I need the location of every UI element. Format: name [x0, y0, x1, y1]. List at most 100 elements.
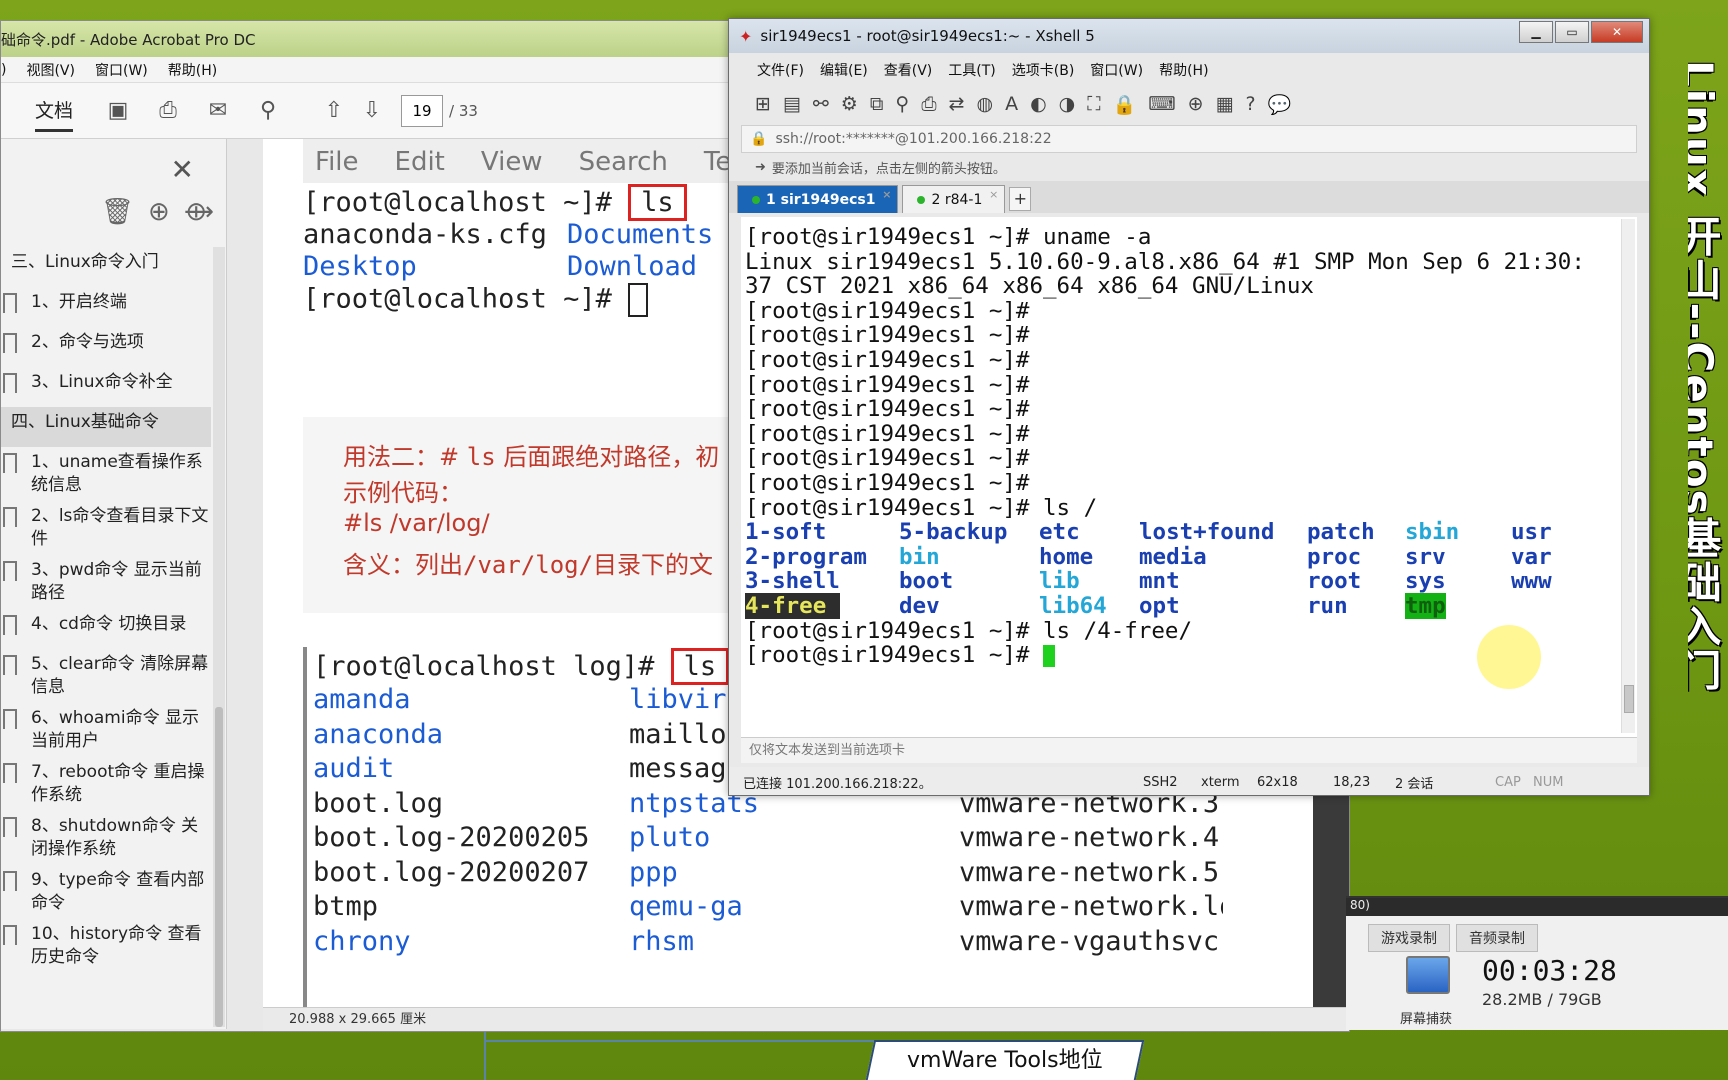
add-bookmark-icon[interactable]: ⊕	[148, 197, 170, 227]
acrobat-statusbar: 20.988 x 29.665 厘米	[263, 1007, 1349, 1031]
acrobat-menu-window[interactable]: 窗口(W)	[95, 60, 148, 80]
maximize-button[interactable]: ▭	[1555, 21, 1589, 43]
log-entry: chrony	[313, 925, 411, 957]
close-icon[interactable]: ✕	[171, 153, 194, 186]
search-icon[interactable]: ⚲	[253, 96, 283, 126]
menu-file[interactable]: 文件(F)	[757, 60, 804, 80]
print-icon[interactable]: ⎙	[921, 93, 936, 115]
command-highlight: ls	[670, 648, 730, 685]
new-tab-button[interactable]: +	[1009, 187, 1032, 211]
expand-bookmark-icon[interactable]: ⟴	[184, 197, 214, 227]
bookmark-item[interactable]: 1、开启终端	[1, 287, 211, 327]
trash-icon[interactable]: 🗑	[101, 197, 134, 227]
screen-recorder: 80) 游戏录制 音频录制 屏幕捕获 00:03:28 28.2MB / 79G…	[1346, 896, 1728, 1030]
monitor-icon[interactable]	[1406, 956, 1450, 994]
fullscreen-icon[interactable]: ⛶	[1087, 93, 1100, 115]
find-icon[interactable]: ⚲	[895, 93, 909, 115]
keyboard-icon[interactable]: ⌨	[1148, 93, 1175, 115]
terminal-line: [root@sir1949ecs1 ~]#	[745, 371, 1030, 398]
bookmark-item[interactable]: 4、cd命令 切换目录	[1, 609, 211, 649]
acrobat-menu-view[interactable]: 视图(V)	[26, 60, 75, 80]
bookmark-label: 3、pwd命令 显示当前路径	[31, 560, 202, 603]
tab-session-2[interactable]: 2 r84-1 ×	[902, 185, 1006, 213]
menu-edit[interactable]: 编辑(E)	[820, 60, 868, 80]
bookmark-icon	[3, 709, 17, 729]
help-icon[interactable]: ?	[1246, 93, 1256, 115]
address-bar[interactable]: 🔒 ssh://root:*******@101.200.166.218:22	[741, 125, 1637, 153]
bookmark-item[interactable]: 3、Linux命令补全	[1, 367, 211, 407]
acrobat-menu-help[interactable]: 帮助(H)	[168, 60, 217, 80]
connection-status: 已连接 101.200.166.218:22。	[743, 776, 932, 792]
font-icon[interactable]: A	[1005, 93, 1018, 115]
bookmark-scrollbar[interactable]	[213, 247, 225, 1027]
bookmark-label: 8、shutdown命令 关闭操作系统	[31, 816, 199, 859]
xmanager-icon[interactable]: ◑	[1059, 93, 1076, 115]
dir-entry: Desktop	[303, 251, 417, 282]
recorder-tabs: 游戏录制 音频录制	[1346, 916, 1728, 952]
close-tab-icon[interactable]: ×	[882, 188, 891, 201]
lock-icon[interactable]: 🔒	[1113, 93, 1137, 116]
close-tab-icon[interactable]: ×	[989, 188, 998, 201]
bookmark-item[interactable]: 6、whoami命令 显示当前用户	[1, 703, 211, 757]
scrollbar-thumb[interactable]	[1624, 685, 1634, 713]
bookmark-item-selected[interactable]: 四、Linux基础命令	[1, 407, 211, 447]
bookmark-item[interactable]: 1、uname查看操作系统信息	[1, 447, 211, 501]
dir-entry: root	[1307, 568, 1362, 595]
bookmark-item[interactable]: 5、clear命令 清除屏幕信息	[1, 649, 211, 703]
page-down-icon[interactable]: ⇩	[357, 96, 387, 126]
xftp-icon[interactable]: ◐	[1030, 93, 1047, 115]
bookmark-item[interactable]: 2、命令与选项	[1, 327, 211, 367]
tab-audio-record[interactable]: 音频录制	[1456, 924, 1538, 952]
menu-window[interactable]: 窗口(W)	[1090, 60, 1143, 80]
globe-icon[interactable]: ◍	[976, 93, 993, 115]
bookmark-item[interactable]: 3、pwd命令 显示当前路径	[1, 555, 211, 609]
scrollbar-thumb[interactable]	[215, 707, 223, 1027]
num-indicator: NUM	[1533, 774, 1564, 790]
open-folder-icon[interactable]: ▤	[783, 93, 801, 115]
arrow-icon[interactable]: ➜	[755, 160, 766, 175]
xshell-titlebar[interactable]: ✦ sir1949ecs1 - root@sir1949ecs1:~ - Xsh…	[729, 19, 1649, 53]
tab-session-1[interactable]: 1 sir1949ecs1 ×	[737, 185, 899, 213]
bookmark-icon	[3, 763, 17, 783]
bookmark-item[interactable]: 7、reboot命令 重启操作系统	[1, 757, 211, 811]
menu-tabs[interactable]: 选项卡(B)	[1012, 60, 1075, 80]
menu-tools[interactable]: 工具(T)	[948, 60, 995, 80]
acrobat-menu-item[interactable]: )	[1, 62, 6, 78]
bookmark-item[interactable]: 2、ls命令查看目录下文件	[1, 501, 211, 555]
close-button[interactable]: ✕	[1591, 21, 1643, 43]
bookmark-label: 7、reboot命令 重启操作系统	[31, 762, 205, 805]
bookmark-icon	[3, 655, 17, 675]
settings-icon[interactable]: ⚙	[841, 93, 858, 115]
page-up-icon[interactable]: ⇧	[319, 96, 349, 126]
session-address: ssh://root:*******@101.200.166.218:22	[775, 131, 1052, 147]
menu-view[interactable]: 查看(V)	[884, 60, 933, 80]
chat-icon[interactable]: 💬	[1268, 93, 1292, 116]
print-icon[interactable]: ⎙	[153, 96, 183, 126]
mail-icon[interactable]: ✉	[203, 96, 233, 126]
tab-game-record[interactable]: 游戏录制	[1368, 924, 1450, 952]
page-number-input[interactable]: 19	[401, 94, 444, 127]
log-entry: qemu-ga	[629, 891, 743, 922]
bookmark-item[interactable]: 10、history命令 查看历史命令	[1, 919, 211, 973]
bookmark-icon	[3, 333, 17, 353]
menu-help[interactable]: 帮助(H)	[1159, 60, 1208, 80]
dir-entry: 1-soft	[745, 519, 827, 546]
bookmark-item[interactable]: 9、type命令 查看内部命令	[1, 865, 211, 919]
bookmark-list: 三、Linux命令入门 1、开启终端 2、命令与选项 3、Linux命令补全 四…	[1, 247, 211, 973]
save-icon[interactable]: ▣	[103, 96, 133, 126]
terminal-scrollbar[interactable]	[1621, 219, 1635, 733]
terminal-output[interactable]: [root@sir1949ecs1 ~]# uname -a Linux sir1…	[741, 217, 1637, 737]
copy-icon[interactable]: ⧉	[870, 93, 884, 115]
new-session-icon[interactable]: ⊞	[755, 93, 771, 115]
add-tab-icon[interactable]: ⊕	[1188, 93, 1204, 115]
bookmark-item[interactable]: 8、shutdown命令 关闭操作系统	[1, 811, 211, 865]
minimize-button[interactable]: ▁	[1519, 21, 1553, 43]
bookmark-item[interactable]: 三、Linux命令入门	[1, 247, 211, 287]
connect-icon[interactable]: ⚯	[813, 93, 829, 115]
transfer-icon[interactable]: ⇄	[949, 93, 965, 115]
layout-icon[interactable]: ▦	[1216, 93, 1234, 115]
taskbar-tab[interactable]: vmWare Tools地位	[865, 1040, 1145, 1080]
tab-document[interactable]: 文档	[35, 90, 74, 132]
compose-bar[interactable]: 仅将文本发送到当前选项卡	[741, 737, 1637, 763]
dir-entry: 5-backup	[899, 519, 1008, 546]
